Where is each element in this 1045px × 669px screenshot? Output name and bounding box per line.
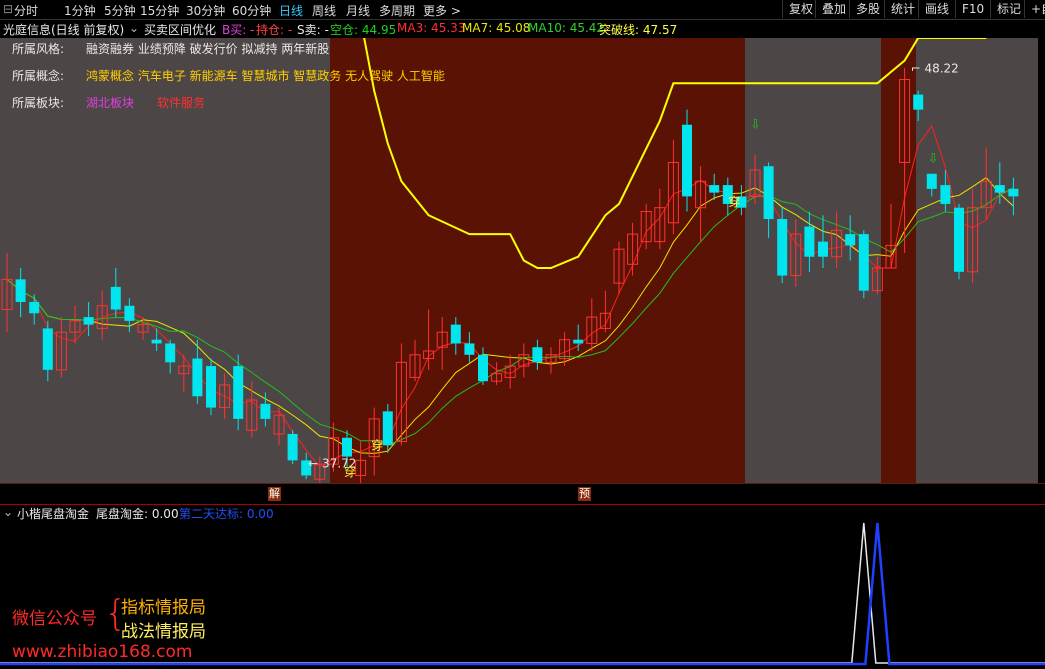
candle-body-74: [1008, 188, 1019, 197]
candle-body-8: [110, 286, 121, 310]
period-tab-0[interactable]: 分时: [14, 2, 38, 19]
empty-value: 空仓: 44.95: [330, 23, 397, 37]
period-tab-9[interactable]: 多周期: [379, 2, 415, 19]
watermark-line1: 指标情报局: [121, 598, 206, 618]
candle-body-35: [478, 354, 488, 382]
candle-body-50: [682, 124, 692, 197]
watermark: 微信公众号 { 指标情报局 战法情报局 www.zhibiao168.com: [0, 585, 260, 669]
candle-body-60: [818, 241, 828, 257]
candle-body-12: [165, 343, 176, 363]
candle-body-25: [342, 437, 352, 457]
period-tab-4[interactable]: 30分钟: [186, 2, 225, 19]
period-tab-3[interactable]: 15分钟: [140, 2, 179, 19]
ma10-value: MA10: 45.42: [528, 21, 605, 35]
candle-body-19: [260, 403, 271, 419]
watermark-url: www.zhibiao168.com: [12, 642, 193, 662]
high-price-label: ⌐ 48.22: [911, 61, 959, 75]
toolbar-button-5[interactable]: F10: [955, 0, 990, 18]
watermark-wechat: 微信公众号: [12, 609, 97, 629]
candle-body-1: [15, 279, 26, 302]
candle-body-9: [124, 305, 135, 321]
indicator-collapse-icon[interactable]: ⌄: [129, 21, 139, 35]
candle-body-21: [287, 433, 298, 461]
candle-body-67: [913, 94, 924, 110]
candle-body-34: [464, 343, 475, 355]
jie-marker: 解: [268, 487, 281, 501]
candle-body-2: [29, 301, 40, 314]
stock-profile: 所属风格: 融资融券 业绩预降 破发行价 拟减持 两年新股 所属概念: 鸿蒙概念…: [0, 38, 600, 118]
period-tab-10[interactable]: 更多 >: [423, 2, 461, 19]
indicator-name[interactable]: 买卖区间优化: [144, 21, 216, 38]
sub-collapse-icon[interactable]: ⌄: [3, 505, 13, 519]
sector-software[interactable]: 软件服务: [157, 94, 205, 111]
stock-title: 光庭信息(日线 前复权): [3, 23, 125, 37]
toolbar-button-0[interactable]: 复权: [782, 0, 819, 18]
down-arrow-green: ⇩: [750, 118, 761, 133]
candle-body-6: [83, 317, 94, 325]
candle-body-52: [709, 185, 720, 193]
candle-body-42: [573, 339, 584, 344]
candle-body-14: [192, 358, 203, 397]
candle-body-57: [777, 219, 788, 276]
sub-indicator-name[interactable]: 小楷尾盘淘金: [17, 505, 89, 522]
candle-body-70: [954, 207, 964, 272]
candle-body-69: [940, 185, 951, 204]
toolbar-button-3[interactable]: 统计: [884, 0, 921, 18]
candle-body-11: [151, 339, 162, 344]
period-tab-1[interactable]: 1分钟: [64, 2, 96, 19]
concept-value: 鸿蒙概念 汽车电子 新能源车 智慧城市 智慧政务 无人驾驶 人工智能: [86, 69, 445, 83]
candle-body-63: [858, 234, 869, 291]
toolbar-button-6[interactable]: 标记: [990, 0, 1027, 18]
indicator-info-line: 光庭信息(日线 前复权) ⌄ 买卖区间优化 B买: - 持仓: - S卖: - …: [0, 20, 1045, 38]
candle-body-68: [926, 173, 937, 189]
ma3-value: MA3: 45.33: [397, 21, 466, 35]
chuan-marker-2: 穿: [371, 438, 383, 453]
style-value: 融资融券 业绩预降 破发行价 拟减持 两年新股: [86, 42, 330, 56]
shade-gray-3: [916, 38, 1038, 483]
sector-hubei[interactable]: 湖北板块: [86, 94, 134, 111]
period-tab-8[interactable]: 月线: [346, 2, 370, 19]
toolbar-button-2[interactable]: 多股: [849, 0, 886, 18]
candle-body-15: [206, 366, 216, 408]
watermark-line2: 战法情报局: [121, 622, 206, 642]
second-day-value: 第二天达标: 0.00: [179, 507, 274, 521]
toolbar-button-7[interactable]: +自: [1024, 0, 1045, 18]
period-tab-7[interactable]: 周线: [312, 2, 336, 19]
weipan-value: 尾盘淘金: 0.00: [96, 507, 179, 521]
sector-label: 所属板块:: [12, 96, 65, 110]
candle-body-73: [994, 185, 1005, 193]
candle-body-62: [845, 234, 856, 246]
concept-label: 所属概念:: [12, 69, 65, 83]
period-toolbar: 分时 1分钟 5分钟 15分钟 30分钟 60分钟 日线 周线 月线 多周期 更多 > 复权 叠加 多股统…: [0, 0, 1045, 20]
style-label: 所属风格:: [12, 42, 65, 56]
chuan-marker-1: 穿: [344, 464, 356, 479]
signal-marker-bar: 解 预: [0, 483, 1045, 505]
toolbar-button-1[interactable]: 叠加: [815, 0, 852, 18]
breakout-value: 突破线: 47.57: [599, 23, 678, 37]
candle-body-39: [532, 347, 543, 363]
b-buy-value: B买: -: [222, 23, 255, 37]
candle-body-56: [763, 166, 774, 220]
period-tab-5[interactable]: 60分钟: [232, 2, 271, 19]
candle-body-59: [804, 226, 815, 257]
period-tab-6[interactable]: 日线: [279, 2, 303, 19]
period-tab-2[interactable]: 5分钟: [104, 2, 136, 19]
candle-body-28: [382, 411, 393, 446]
s-sell-value: S卖: -: [297, 23, 329, 37]
yu-marker: 预: [578, 487, 591, 501]
chuan-marker-3: 穿: [728, 194, 740, 209]
up-arrow-red: ↗: [872, 263, 881, 276]
down-arrow-green-2: ⇩: [928, 151, 939, 166]
position-value: 持仓: -: [256, 23, 293, 37]
candle-body-17: [233, 366, 244, 419]
toolbar-menu-icon[interactable]: ⊟: [3, 2, 13, 16]
candle-body-3: [42, 328, 53, 370]
toolbar-button-4[interactable]: 画线: [918, 0, 955, 18]
ma7-value: MA7: 45.08: [462, 21, 531, 35]
candle-body-33: [450, 324, 461, 344]
